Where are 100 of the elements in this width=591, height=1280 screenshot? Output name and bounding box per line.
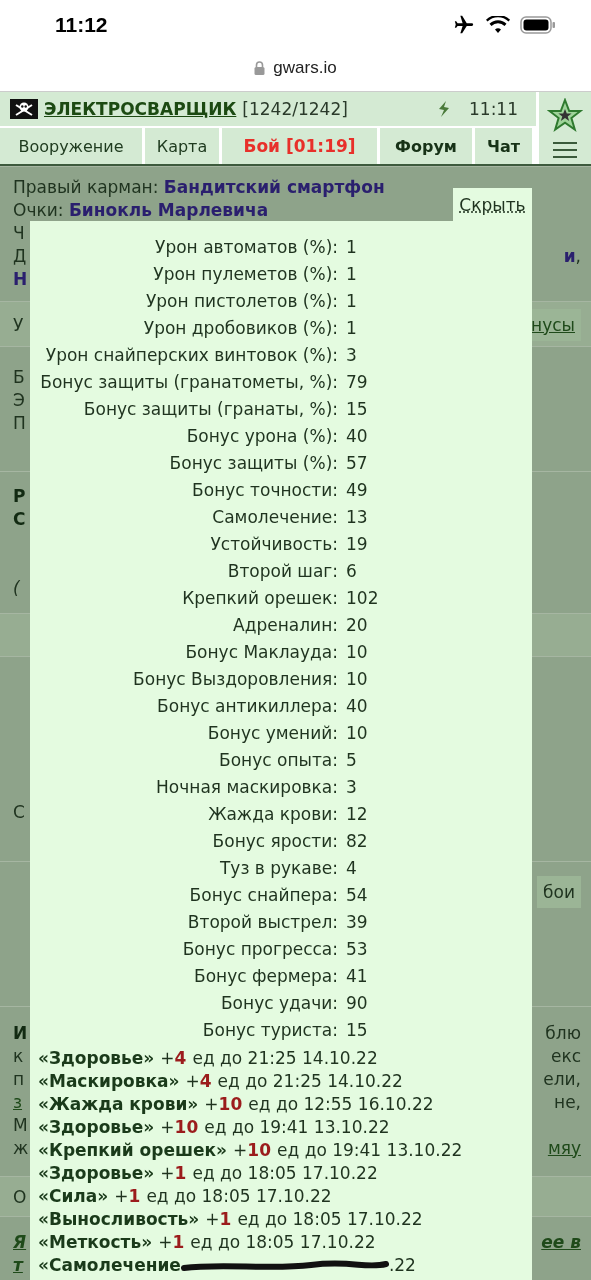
page-link[interactable]: Я xyxy=(13,1231,27,1252)
page-text: М xyxy=(13,1114,28,1135)
nav-tab[interactable]: Бой [01:19] xyxy=(222,128,377,164)
buff-sign: + xyxy=(158,1231,173,1254)
stat-label: Ночная маскировка: xyxy=(155,776,338,799)
menu-icon[interactable] xyxy=(553,142,577,158)
buff-expiry: ед до 18:05 17.10.22 xyxy=(192,1162,378,1185)
address-text[interactable]: gwars.io xyxy=(273,58,337,78)
buff-amount: 4 xyxy=(199,1070,212,1093)
stat-value: 90 xyxy=(345,992,369,1015)
buff-name: «Здоровье» xyxy=(38,1162,155,1185)
page-text: О xyxy=(13,1186,27,1207)
buff-name: «Самолечение xyxy=(38,1254,181,1277)
page-text: блю xyxy=(545,1022,581,1043)
stat-value: 39 xyxy=(345,911,369,934)
buff-name: «Здоровье» xyxy=(38,1047,155,1070)
page-button[interactable]: бои xyxy=(537,875,581,908)
page-text: ж xyxy=(13,1137,29,1158)
stat-value: 57 xyxy=(345,452,369,475)
stat-value: 1 xyxy=(345,290,358,313)
stat-value: 15 xyxy=(345,1019,369,1042)
buff-expiry: ед до 21:25 14.10.22 xyxy=(192,1047,378,1070)
page-link[interactable]: з xyxy=(13,1091,23,1112)
page-text: ели, xyxy=(543,1068,581,1089)
page-text: п xyxy=(13,1068,25,1089)
page-link[interactable]: ее в xyxy=(541,1231,581,1252)
buff-expiry: ед до 18:05 17.10.22 xyxy=(190,1231,376,1254)
stat-label: Туз в рукаве: xyxy=(218,857,338,880)
stat-label: Бонус умений: xyxy=(206,722,338,745)
stat-value: 102 xyxy=(345,587,380,610)
page-text: не, xyxy=(554,1091,581,1112)
stat-label: Устойчивость: xyxy=(209,533,338,556)
lock-icon xyxy=(254,61,266,75)
stat-label: Бонус урона (%): xyxy=(185,425,338,448)
stat-label: Бонус удачи: xyxy=(219,992,338,1015)
page-note: ( xyxy=(13,577,20,598)
stat-value: 20 xyxy=(345,614,369,637)
page-text: Д xyxy=(13,245,27,266)
buff-sign: + xyxy=(160,1162,175,1185)
nav-tab[interactable]: Чат xyxy=(475,128,532,164)
nav-tab[interactable]: Вооружение xyxy=(0,128,142,164)
stat-value: 15 xyxy=(345,398,369,421)
server-time: 11:11 xyxy=(469,99,518,119)
page-link[interactable]: мяу xyxy=(547,1137,581,1158)
buff-expiry: ед до 18:05 17.10.22 xyxy=(237,1208,423,1231)
stat-value: 1 xyxy=(345,263,358,286)
hide-button[interactable]: Скрыть xyxy=(453,188,532,222)
page-text: П xyxy=(13,412,26,433)
stat-value: 5 xyxy=(345,749,358,772)
item-name: и xyxy=(563,245,576,266)
buff-name: «Здоровье» xyxy=(38,1116,155,1139)
buff-expiry: ед до 19:41 13.10.22 xyxy=(277,1139,463,1162)
stat-label: Урон пулеметов (%): xyxy=(152,263,338,286)
stat-label: Бонус снайпера: xyxy=(188,884,338,907)
stat-value: 19 xyxy=(345,533,369,556)
stat-value: 4 xyxy=(345,857,358,880)
buff-amount: 10 xyxy=(247,1139,271,1162)
skull-flag-icon xyxy=(10,99,38,119)
stat-label: Бонус Выздоровления: xyxy=(132,668,338,691)
battery-icon xyxy=(520,16,556,34)
stat-value: 13 xyxy=(345,506,369,529)
stat-label: Бонус точности: xyxy=(191,479,338,502)
buff-name: «Сила» xyxy=(38,1185,109,1208)
page-text: к xyxy=(13,1045,24,1066)
buff-amount: 1 xyxy=(174,1162,187,1185)
stat-label: Второй выстрел: xyxy=(186,911,338,934)
stat-value: 41 xyxy=(345,965,369,988)
nav-tab[interactable]: Форум xyxy=(380,128,472,164)
stat-label: Урон снайперских винтовок (%): xyxy=(44,344,338,367)
buff-sign: + xyxy=(114,1185,129,1208)
player-name-link[interactable]: ЭЛЕКТРОСВАРЩИК xyxy=(44,99,237,119)
buff-amount: 1 xyxy=(128,1185,141,1208)
page-link[interactable]: т xyxy=(13,1254,23,1275)
stat-value: 49 xyxy=(345,479,369,502)
star-icon[interactable] xyxy=(547,98,583,132)
buff-name: «Выносливость» xyxy=(38,1208,200,1231)
stat-label: Бонус опыта: xyxy=(218,749,338,772)
stat-label: Бонус ярости: xyxy=(211,830,338,853)
buff-name: «Жажда крови» xyxy=(38,1093,199,1116)
stat-label: Адреналин: xyxy=(232,614,338,637)
page-text: С xyxy=(13,801,25,822)
stat-value: 10 xyxy=(345,668,369,691)
item-name: Н xyxy=(13,268,28,289)
page-text: Очки: xyxy=(13,199,65,220)
stat-value: 6 xyxy=(345,560,358,583)
stat-value: 10 xyxy=(345,641,369,664)
buff-amount: 1 xyxy=(219,1208,232,1231)
page-text: Б xyxy=(13,366,25,387)
buff-expiry: ед до 18:05 17.10.22 xyxy=(146,1185,332,1208)
buff-amount: 10 xyxy=(174,1116,199,1139)
stat-value: 79 xyxy=(345,371,369,394)
buff-name: «Меткость» xyxy=(38,1231,153,1254)
page-text: Правый карман: xyxy=(13,176,160,197)
airplane-icon xyxy=(452,14,476,36)
stat-value: 3 xyxy=(345,776,358,799)
page-heading: И xyxy=(13,1022,28,1043)
stat-label: Урон автоматов (%): xyxy=(154,236,338,259)
stat-label: Бонус Маклауда: xyxy=(184,641,338,664)
nav-tab[interactable]: Карта xyxy=(145,128,219,164)
buff-name: «Маскировка» xyxy=(38,1070,180,1093)
